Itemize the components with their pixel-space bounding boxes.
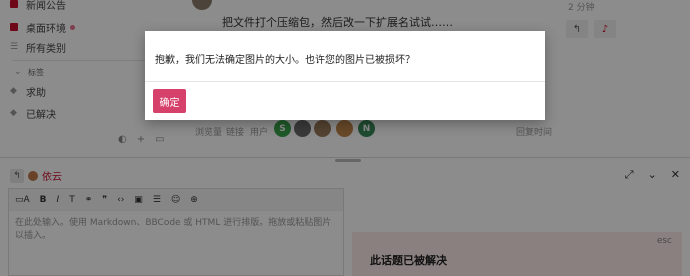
ok-button[interactable]: 确定 — [153, 89, 186, 113]
dialog-message: 抱歉，我们无法确定图片的大小。也许您的图片已被损坏？ — [155, 55, 415, 66]
divider — [145, 81, 545, 82]
error-dialog: 抱歉，我们无法确定图片的大小。也许您的图片已被损坏？ 确定 — [145, 31, 545, 120]
